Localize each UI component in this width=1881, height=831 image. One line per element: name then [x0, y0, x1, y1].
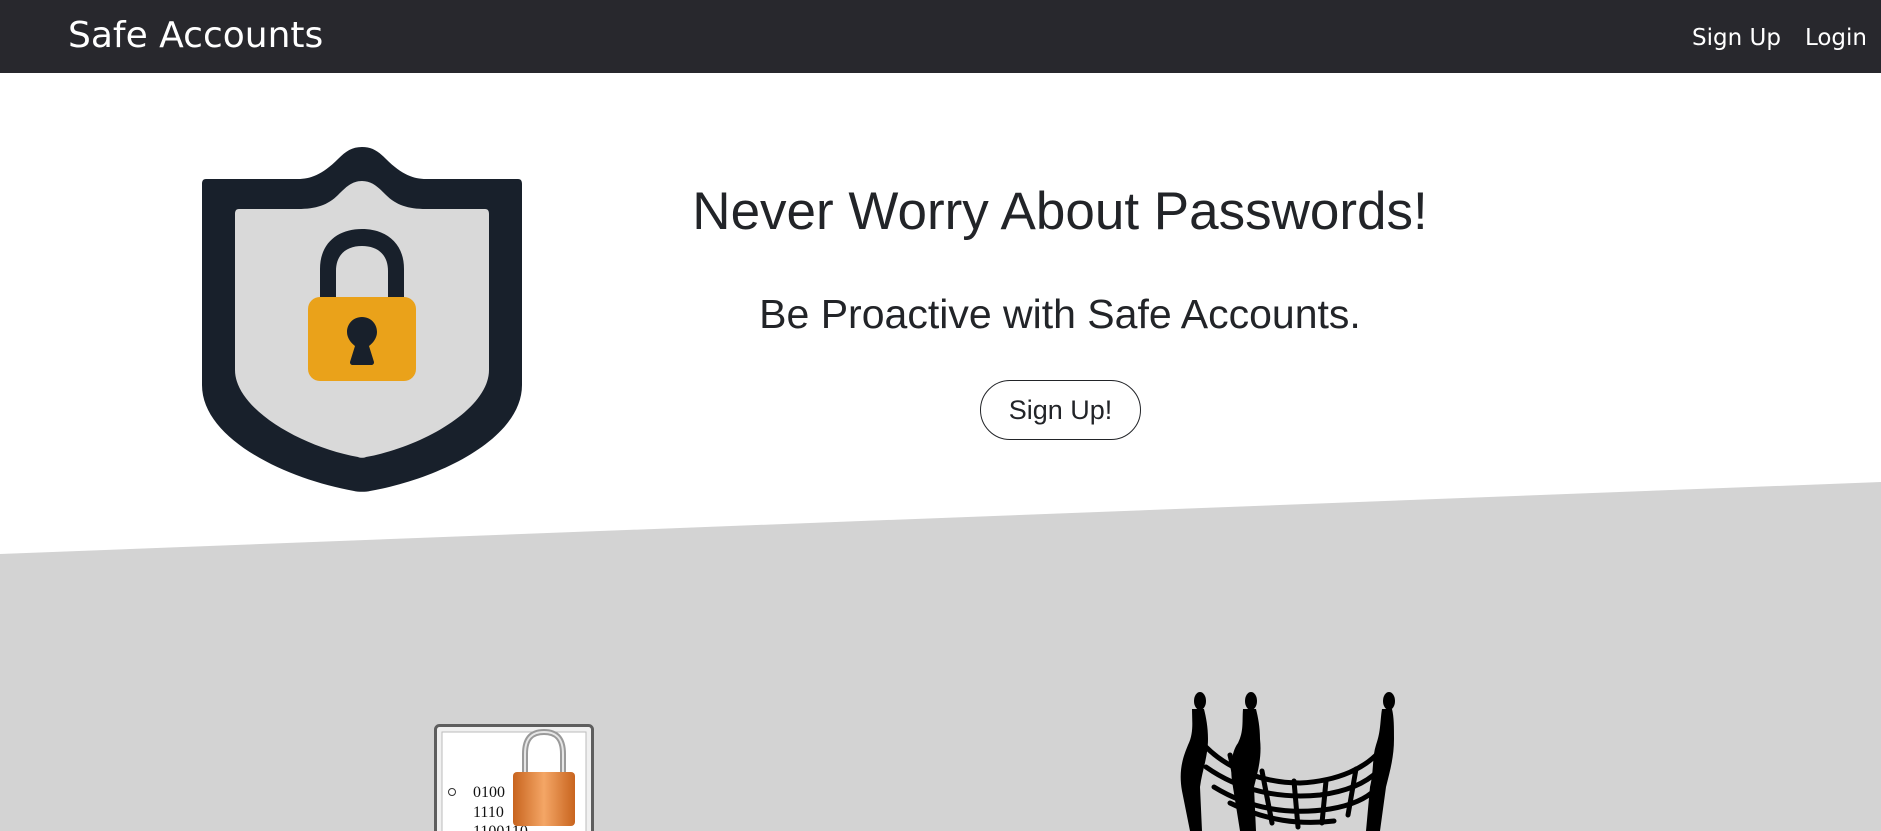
encryption-digits-line-1: 0100 [473, 784, 505, 801]
hero-signup-button[interactable]: Sign Up! [980, 380, 1141, 440]
encrypted-file-icon: 0100 1110 1100110 [434, 724, 594, 831]
hero-subtitle: Be Proactive with Safe Accounts. [759, 291, 1361, 337]
navbar: Safe Accounts Sign Up Login [0, 0, 1881, 73]
nav-login-link[interactable]: Login [1805, 22, 1867, 54]
people-holding-net-icon [1170, 691, 1402, 831]
shield-lock-icon [202, 147, 522, 492]
brand-logo-link[interactable]: Safe Accounts [68, 14, 323, 58]
nav-links: Sign Up Login [1692, 22, 1867, 54]
encryption-digits-line-2: 1110 [473, 804, 504, 821]
hero-title: Never Worry About Passwords! [692, 182, 1428, 241]
nav-signup-link[interactable]: Sign Up [1692, 22, 1781, 54]
